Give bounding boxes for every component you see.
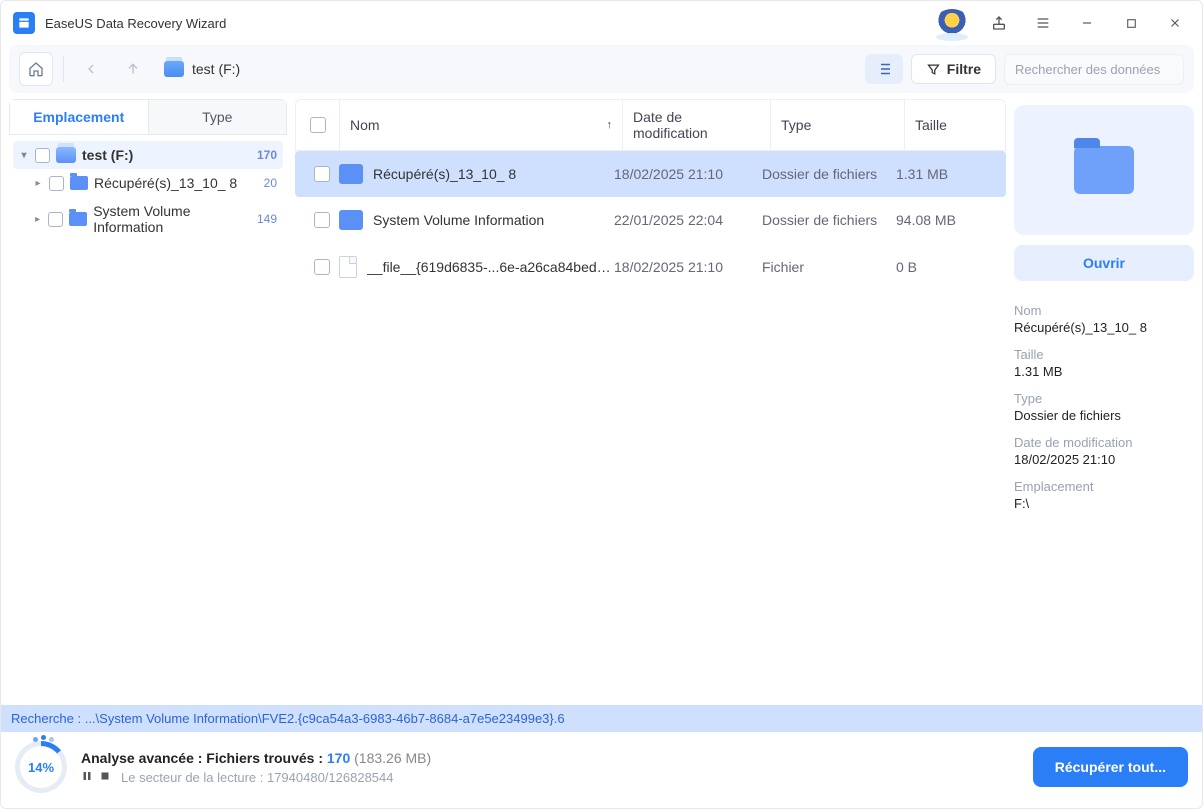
share-icon[interactable] [984, 8, 1014, 38]
sort-asc-icon: ↑ [607, 119, 613, 131]
row-type: Dossier de fichiers [762, 212, 896, 228]
app-title: EaseUS Data Recovery Wizard [45, 16, 226, 31]
col-name[interactable]: Nom↑ [340, 100, 623, 150]
filter-icon [926, 62, 941, 77]
row-checkbox[interactable] [314, 212, 330, 228]
menu-icon[interactable] [1028, 8, 1058, 38]
footer: 14% Analyse avancée : Fichiers trouvés :… [1, 732, 1202, 802]
row-size: 94.08 MB [896, 212, 996, 228]
row-checkbox[interactable] [314, 166, 330, 182]
select-all-checkbox[interactable] [310, 117, 326, 133]
caret-down-icon[interactable]: ▾ [19, 150, 29, 161]
table-header: Nom↑ Date de modification Type Taille [295, 99, 1006, 151]
row-name: __file__{619d6835-...6e-a26ca84bede3}__ [367, 259, 614, 275]
list-view-button[interactable] [865, 54, 903, 84]
drive-icon [56, 147, 76, 163]
folder-icon [1074, 146, 1134, 194]
tree-item[interactable]: ▸ System Volume Information 149 [13, 197, 283, 241]
sidebar: Emplacement Type ▾ test (F:) 170 ▸ Récup… [9, 99, 287, 705]
label-name: Nom [1014, 303, 1194, 318]
table-row[interactable]: Récupéré(s)_13_10_ 8 18/02/2025 21:10Doss… [295, 151, 1006, 197]
scan-status-strip: Recherche : ...\System Volume Informatio… [1, 705, 1202, 732]
maximize-button[interactable] [1116, 8, 1146, 38]
folder-icon [339, 210, 363, 230]
caret-right-icon[interactable]: ▸ [33, 178, 43, 189]
open-button[interactable]: Ouvrir [1014, 245, 1194, 281]
mascot-icon[interactable] [934, 9, 970, 37]
drive-icon [164, 61, 184, 77]
minimize-button[interactable] [1072, 8, 1102, 38]
label-type: Type [1014, 391, 1194, 406]
titlebar: EaseUS Data Recovery Wizard [1, 1, 1202, 45]
progress-text: Analyse avancée : Fichiers trouvés : 170… [81, 750, 1019, 766]
table-row[interactable]: System Volume Information 22/01/2025 22:0… [295, 197, 1006, 243]
checkbox[interactable] [49, 176, 64, 191]
tab-type[interactable]: Type [149, 100, 287, 134]
value-name: Récupéré(s)_13_10_ 8 [1014, 320, 1194, 335]
tree-item[interactable]: ▸ Récupéré(s)_13_10_ 8 20 [13, 169, 283, 197]
app-logo-icon [13, 12, 35, 34]
value-size: 1.31 MB [1014, 364, 1194, 379]
label-date: Date de modification [1014, 435, 1194, 450]
value-location: F:\ [1014, 496, 1194, 511]
row-size: 1.31 MB [896, 166, 996, 182]
row-size: 0 B [896, 259, 996, 275]
tab-location[interactable]: Emplacement [10, 100, 149, 134]
value-type: Dossier de fichiers [1014, 408, 1194, 423]
table-row[interactable]: __file__{619d6835-...6e-a26ca84bede3}__1… [295, 243, 1006, 291]
row-type: Fichier [762, 259, 896, 275]
tree-root[interactable]: ▾ test (F:) 170 [13, 141, 283, 169]
pause-button[interactable] [81, 770, 93, 785]
checkbox[interactable] [35, 148, 50, 163]
up-button[interactable] [116, 52, 150, 86]
search-input[interactable] [1004, 54, 1184, 85]
progress-ring: 14% [15, 741, 67, 793]
breadcrumb[interactable]: test (F:) [164, 61, 240, 77]
filter-button[interactable]: Filtre [911, 54, 996, 84]
col-type[interactable]: Type [771, 100, 905, 150]
label-location: Emplacement [1014, 479, 1194, 494]
recover-all-button[interactable]: Récupérer tout... [1033, 747, 1188, 787]
stop-button[interactable] [99, 770, 111, 785]
sector-text: Le secteur de la lecture : 17940480/1268… [121, 770, 394, 785]
value-date: 18/02/2025 21:10 [1014, 452, 1194, 467]
close-button[interactable] [1160, 8, 1190, 38]
row-name: System Volume Information [373, 212, 544, 228]
col-size[interactable]: Taille [905, 100, 1005, 150]
row-type: Dossier de fichiers [762, 166, 896, 182]
preview-thumbnail [1014, 105, 1194, 235]
file-icon [339, 256, 357, 278]
details-pane: Ouvrir Nom Récupéré(s)_13_10_ 8 Taille 1… [1014, 99, 1194, 705]
folder-icon [69, 212, 87, 226]
label-size: Taille [1014, 347, 1194, 362]
row-date: 18/02/2025 21:10 [614, 166, 762, 182]
caret-right-icon[interactable]: ▸ [33, 214, 42, 225]
row-checkbox[interactable] [314, 259, 330, 275]
row-date: 22/01/2025 22:04 [614, 212, 762, 228]
folder-icon [70, 176, 88, 190]
toolbar: test (F:) Filtre [9, 45, 1194, 93]
back-button[interactable] [74, 52, 108, 86]
home-button[interactable] [19, 52, 53, 86]
row-date: 18/02/2025 21:10 [614, 259, 762, 275]
col-date[interactable]: Date de modification [623, 100, 771, 150]
folder-icon [339, 164, 363, 184]
checkbox[interactable] [48, 212, 63, 227]
file-list: Nom↑ Date de modification Type Taille Ré… [295, 99, 1006, 705]
row-name: Récupéré(s)_13_10_ 8 [373, 166, 516, 182]
